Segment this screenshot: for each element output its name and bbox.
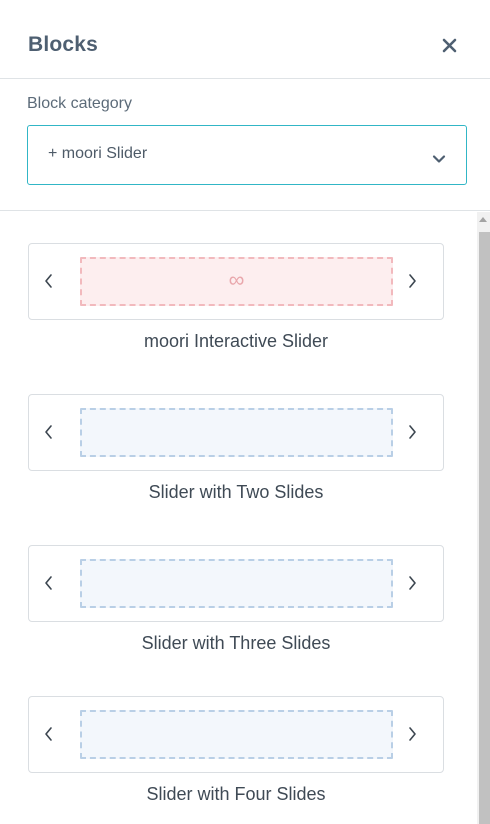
chevron-down-icon	[432, 151, 446, 163]
infinity-icon: ∞	[228, 267, 245, 292]
chevron-right-icon	[407, 273, 417, 289]
block-category-label: Block category	[27, 95, 132, 112]
divider	[0, 210, 490, 211]
chevron-left-icon	[44, 424, 54, 440]
slide-preview	[80, 710, 393, 759]
slide-preview: ∞	[80, 257, 393, 306]
block-category-select[interactable]: + moori Slider	[27, 125, 467, 185]
block-category-value: + moori Slider	[48, 145, 148, 162]
block-item-interactive-slider[interactable]: ∞ moori Interactive Slider	[28, 243, 444, 351]
scrollbar-thumb[interactable]	[479, 232, 490, 824]
close-icon[interactable]	[440, 36, 460, 56]
block-label: Slider with Four Slides	[146, 784, 326, 804]
block-item-four-slides[interactable]: Slider with Four Slides	[28, 696, 444, 804]
block-label: Slider with Three Slides	[141, 633, 331, 653]
block-preview-card: ∞	[28, 243, 444, 320]
block-label: moori Interactive Slider	[143, 331, 329, 351]
slide-preview	[80, 408, 393, 457]
block-item-three-slides[interactable]: Slider with Three Slides	[28, 545, 444, 653]
slide-preview	[80, 559, 393, 608]
chevron-left-icon	[44, 575, 54, 591]
panel-title: Blocks	[28, 33, 99, 56]
block-item-two-slides[interactable]: Slider with Two Slides	[28, 394, 444, 502]
block-label: Slider with Two Slides	[148, 482, 324, 502]
block-preview-card	[28, 394, 444, 471]
chevron-left-icon	[44, 726, 54, 742]
chevron-right-icon	[407, 575, 417, 591]
block-preview-card	[28, 696, 444, 773]
chevron-right-icon	[407, 424, 417, 440]
block-preview-card	[28, 545, 444, 622]
chevron-right-icon	[407, 726, 417, 742]
scroll-up-arrow-icon[interactable]	[479, 217, 487, 222]
panel-header: Blocks	[0, 0, 490, 79]
chevron-left-icon	[44, 273, 54, 289]
